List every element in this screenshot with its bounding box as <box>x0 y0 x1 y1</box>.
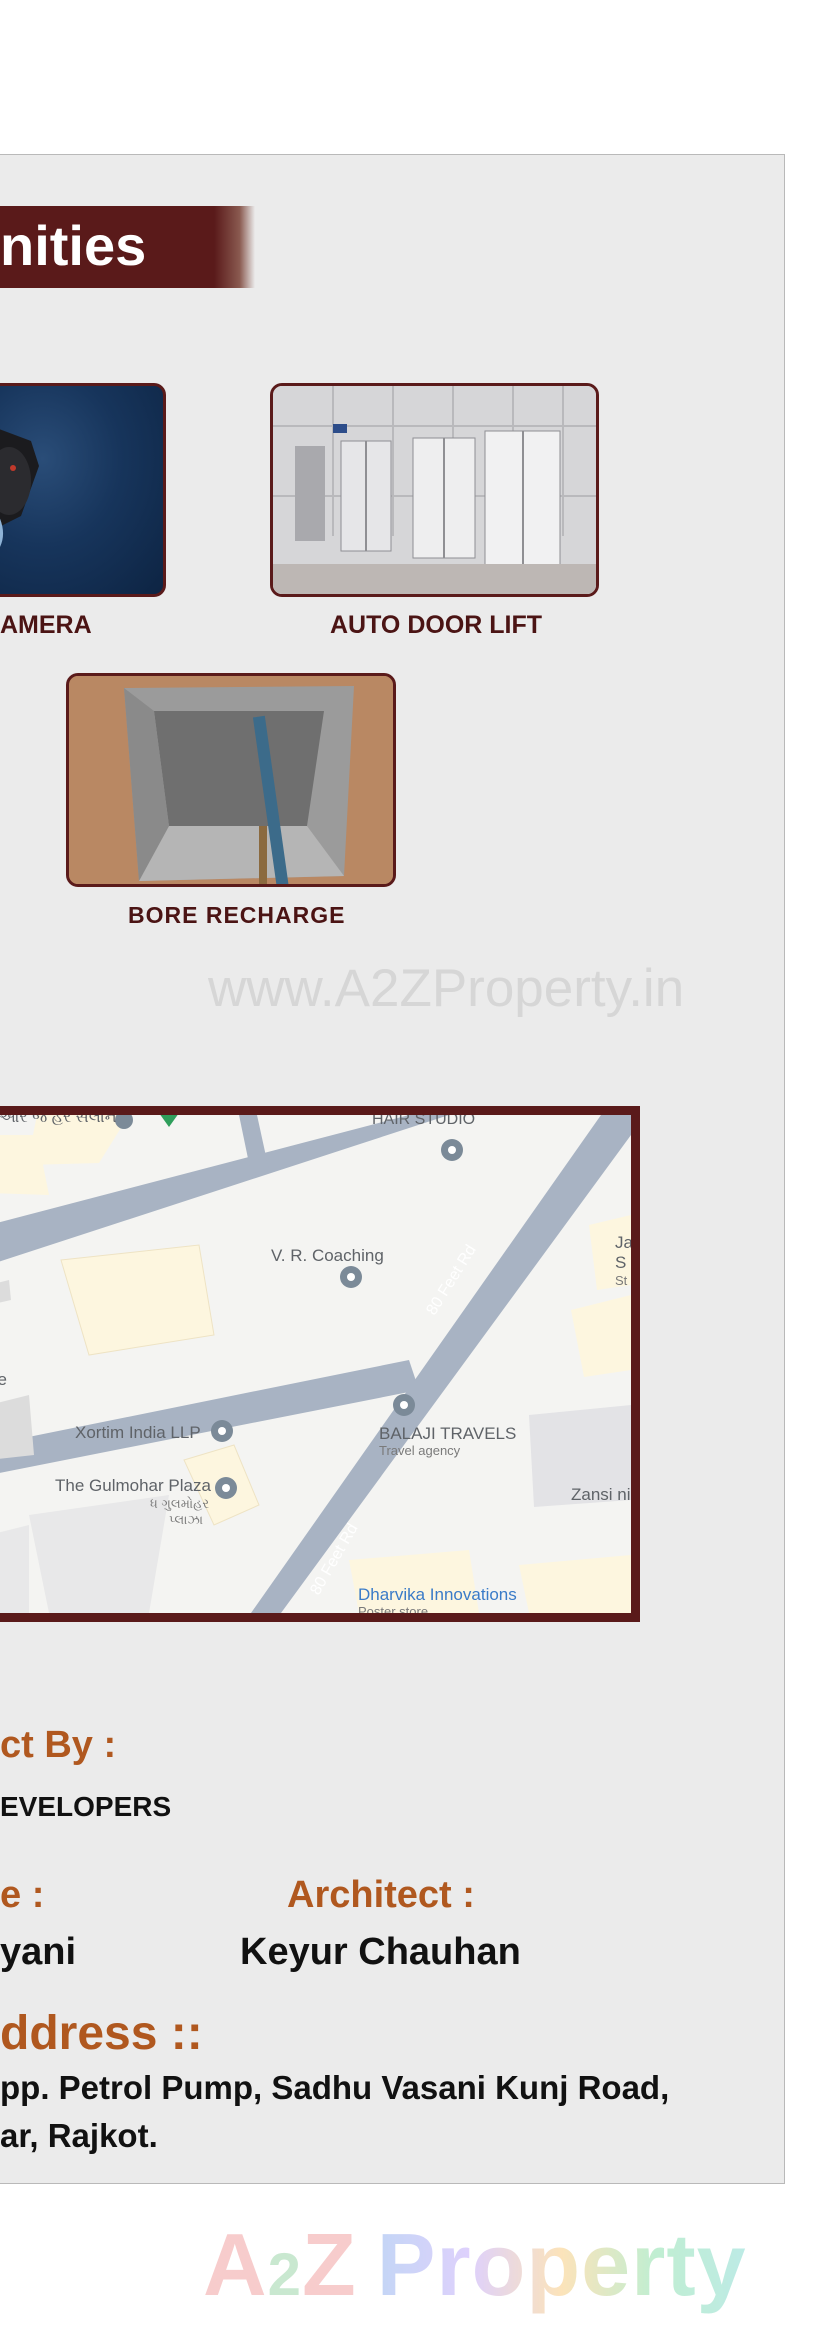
map-label-gujarati-top: આર જ હર સલાન <box>0 1109 117 1126</box>
map-label-gulmohar: The Gulmohar Plaza <box>55 1476 211 1495</box>
camera-icon <box>0 429 39 547</box>
address-line-2: ar, Rajkot. <box>0 2117 158 2154</box>
bore-recharge-image <box>66 673 396 887</box>
map-label-vr-coaching: V. R. Coaching <box>271 1246 384 1265</box>
project-by-value: EVELOPERS <box>0 1791 172 1822</box>
map-label-gulmohar-sub1: ધ ગુલમોહર <box>150 1496 210 1511</box>
logo-z: Z <box>301 2215 357 2314</box>
map-label-xortim: Xortim India LLP <box>75 1423 201 1442</box>
map-label-gulmohar-sub2: પ્લાઝા <box>169 1512 204 1527</box>
map-label-ce: ce <box>0 1370 7 1390</box>
bore-recharge-caption: BORE RECHARGE <box>128 902 346 928</box>
left-credit-value: yani <box>0 1931 77 1973</box>
map-label-edge-s2: St <box>615 1273 628 1288</box>
bore-pit-icon <box>69 676 393 884</box>
logo-a: A <box>203 2215 268 2314</box>
map-label-edge-s1: S <box>615 1253 627 1272</box>
project-by-label: ct By : <box>0 1724 117 1766</box>
map-label-dharvika-sub: Poster store <box>358 1604 429 1619</box>
amenities-heading: nities <box>0 214 147 277</box>
address-heading: ddress :: <box>0 2007 203 2060</box>
lift-image <box>270 383 599 597</box>
map-label-balaji: BALAJI TRAVELS <box>379 1424 517 1443</box>
watermark-url: www.A2ZProperty.in <box>208 959 685 1018</box>
map-label-hair-studio: HAIR STUDIO <box>372 1111 476 1128</box>
map-label-balaji-sub: Travel agency <box>379 1443 461 1458</box>
architect-label: Architect : <box>287 1874 475 1916</box>
camera-image <box>0 383 166 597</box>
map-label-dharvika: Dharvika Innovations <box>358 1585 517 1604</box>
a2z-property-logo: A2Z Property <box>203 2214 747 2316</box>
map-label-zansi: Zansi ni <box>571 1485 631 1504</box>
logo-property: Property <box>376 2215 747 2314</box>
elevator-icon <box>273 386 596 594</box>
lift-caption: AUTO DOOR LIFT <box>330 611 543 639</box>
map-roads <box>0 1115 631 1613</box>
camera-caption: AMERA <box>0 611 92 639</box>
left-credit-label: e : <box>0 1874 45 1916</box>
address-line-1: pp. Petrol Pump, Sadhu Vasani Kunj Road, <box>0 2069 670 2106</box>
logo-2: 2 <box>267 2241 302 2308</box>
architect-value: Keyur Chauhan <box>240 1931 521 1973</box>
amenities-banner: nities <box>0 206 255 288</box>
location-map[interactable]: આર જ હર સલાન HAIR STUDIO V. R. Coaching … <box>0 1106 640 1622</box>
map-label-edge-ja: Ja <box>615 1233 633 1252</box>
